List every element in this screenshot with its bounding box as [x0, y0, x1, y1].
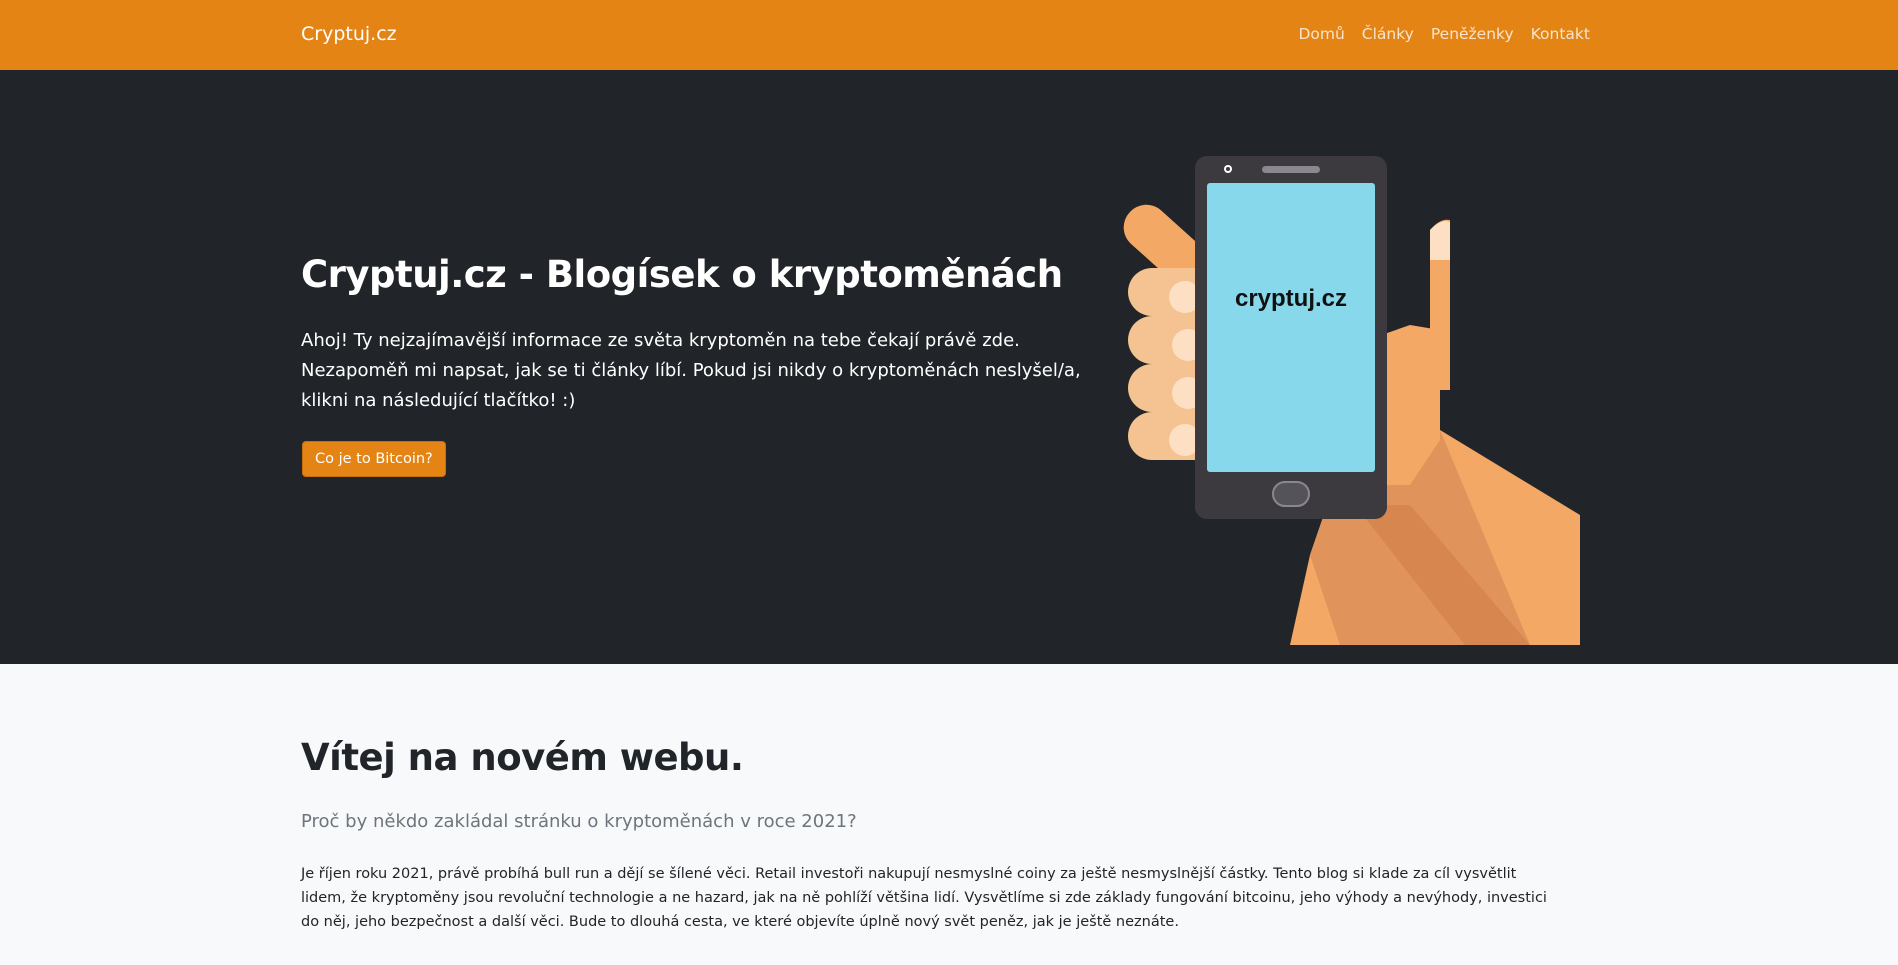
- nav-link-clanky[interactable]: Články: [1362, 25, 1414, 43]
- welcome-heading: Vítej na novém webu.: [301, 736, 744, 779]
- welcome-paragraph: Je říjen roku 2021, právě probíhá bull r…: [301, 866, 1547, 930]
- hero-lead: Ahoj! Ty nejzajímavější informace ze svě…: [301, 330, 1081, 411]
- nav-links: Domů Články Peněženky Kontakt: [1298, 25, 1590, 43]
- welcome-subheading: Proč by někdo zakládal stránku o kryptom…: [301, 811, 857, 832]
- hero-section: Cryptuj.cz - Blogísek o kryptoměnách Aho…: [0, 70, 1898, 664]
- what-is-bitcoin-button[interactable]: Co je to Bitcoin?: [302, 441, 446, 477]
- hero-title: Cryptuj.cz - Blogísek o kryptoměnách: [301, 253, 1063, 296]
- brand-link[interactable]: Cryptuj.cz: [301, 23, 397, 45]
- phone-screen-text: cryptuj.cz: [1235, 285, 1347, 312]
- nav-link-kontakt[interactable]: Kontakt: [1531, 25, 1590, 43]
- top-navbar: Cryptuj.cz Domů Články Peněženky Kontakt: [0, 0, 1898, 70]
- nav-link-domu[interactable]: Domů: [1298, 25, 1344, 43]
- hand-phone-illustration: cryptuj.cz: [1123, 156, 1580, 645]
- nav-link-penezenky[interactable]: Peněženky: [1431, 25, 1514, 43]
